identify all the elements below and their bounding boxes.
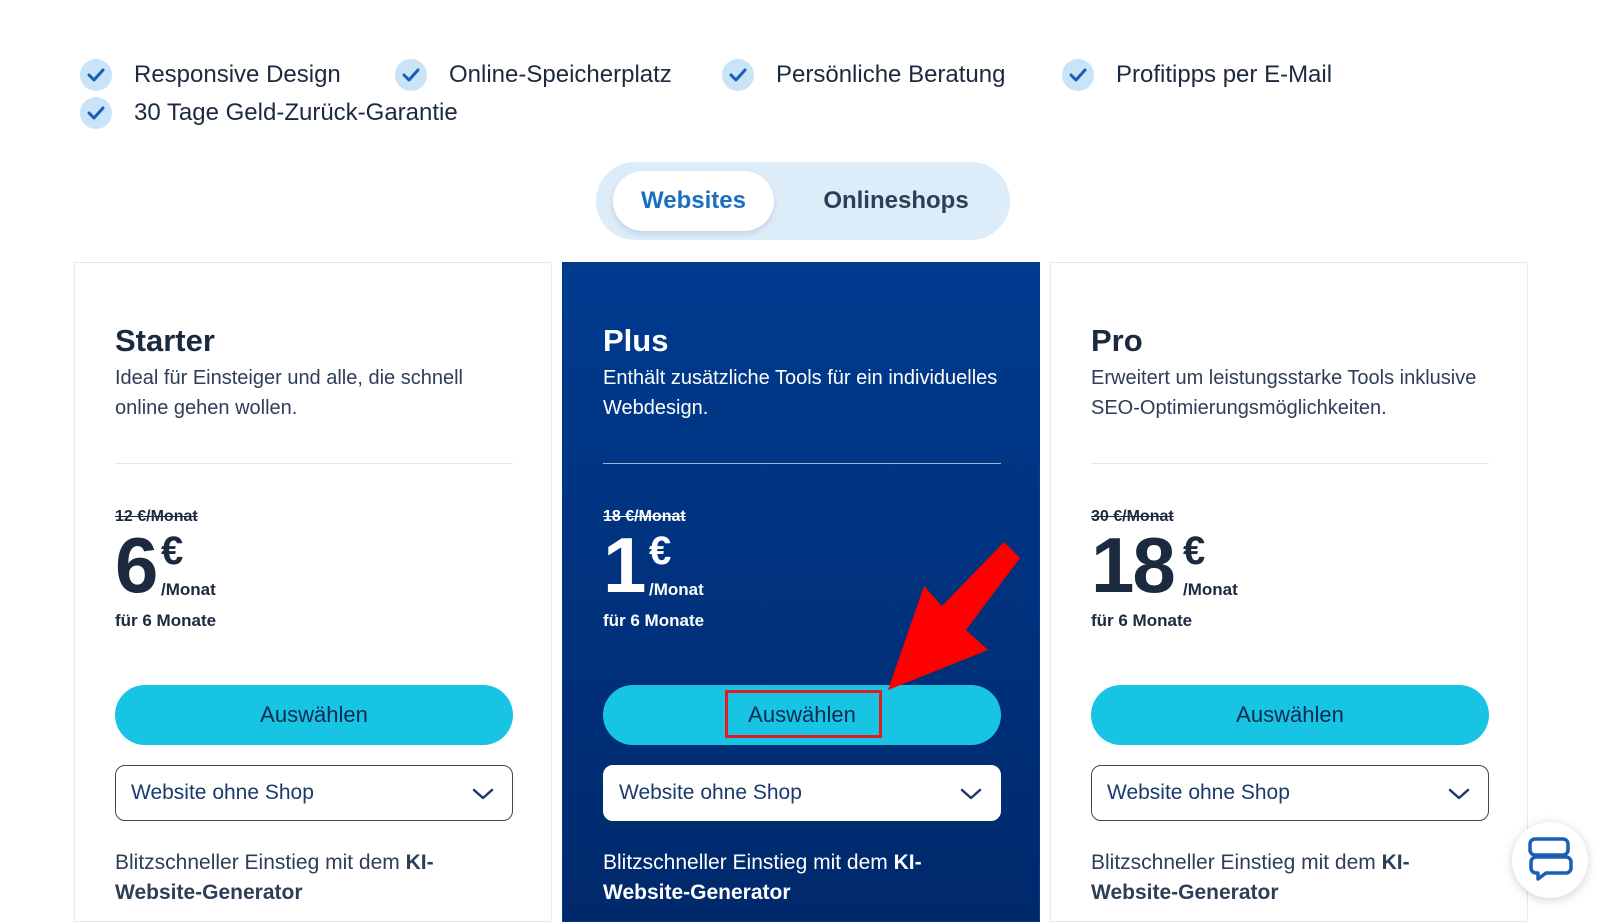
select-button[interactable]: Auswählen [1091, 685, 1489, 745]
chevron-down-icon [1448, 783, 1470, 807]
feature-label: Persönliche Beratung [776, 61, 1006, 88]
feature-label: Responsive Design [134, 61, 341, 88]
plan-card-starter: Starter Ideal für Einsteiger und alle, d… [74, 262, 552, 922]
feature-item: Profitipps per E-Mail [1062, 58, 1332, 92]
annotation-highlight-box [725, 690, 882, 738]
price-unit: /Monat [649, 580, 704, 599]
price-currency: € [1183, 529, 1206, 573]
divider [1091, 463, 1489, 464]
feature-item: Responsive Design [80, 58, 341, 92]
plan-name: Plus [603, 323, 669, 358]
package-select-value: Website ohne Shop [1107, 781, 1290, 804]
package-select[interactable]: Website ohne Shop [1091, 765, 1489, 821]
check-icon [1062, 59, 1094, 91]
feature-label: Online-Speicherplatz [449, 61, 672, 88]
feature-item: Persönliche Beratung [722, 58, 1005, 92]
price-duration: für 6 Monate [1091, 611, 1193, 630]
price-unit: /Monat [161, 580, 216, 599]
plan-name: Starter [115, 323, 215, 358]
divider [603, 463, 1001, 464]
tab-onlineshops[interactable]: Onlineshops [796, 171, 996, 231]
plan-description: Enthält zusätzliche Tools für ein indivi… [603, 367, 998, 419]
chevron-down-icon [960, 783, 982, 807]
promo-text: Blitzschneller Einstieg mit dem [603, 851, 894, 874]
plan-card-pro: Pro Erweitert um leistungsstarke Tools i… [1050, 262, 1528, 922]
package-select-value: Website ohne Shop [131, 781, 314, 804]
check-icon [722, 59, 754, 91]
select-button[interactable]: Auswählen [115, 685, 513, 745]
price-duration: für 6 Monate [603, 611, 705, 630]
promo-text: Blitzschneller Einstieg mit dem [1091, 851, 1382, 874]
red-arrow-icon [888, 542, 1020, 690]
check-icon [395, 59, 427, 91]
plan-promo: Blitzschneller Einstieg mit dem KI-Websi… [1091, 848, 1489, 908]
product-tabs: Websites Onlineshops [596, 162, 1010, 240]
price-currency: € [649, 529, 672, 573]
price-amount: 18 [1091, 521, 1176, 609]
plan-description: Erweitert um leistungsstarke Tools inklu… [1091, 367, 1477, 419]
feature-label: Profitipps per E-Mail [1116, 61, 1333, 88]
divider [115, 463, 513, 464]
price-amount: 1 [603, 521, 646, 609]
chat-button[interactable] [1512, 822, 1588, 898]
promo-text: Blitzschneller Einstieg mit dem [115, 851, 406, 874]
tab-websites[interactable]: Websites [613, 171, 774, 231]
chevron-down-icon [472, 783, 494, 807]
plan-name: Pro [1091, 323, 1143, 358]
package-select[interactable]: Website ohne Shop [115, 765, 513, 821]
price-duration: für 6 Monate [115, 611, 217, 630]
plan-promo: Blitzschneller Einstieg mit dem KI-Websi… [603, 848, 1001, 908]
package-select[interactable]: Website ohne Shop [603, 765, 1001, 821]
price-unit: /Monat [1183, 580, 1238, 599]
price-currency: € [161, 529, 184, 573]
plan-promo: Blitzschneller Einstieg mit dem KI-Websi… [115, 848, 513, 908]
feature-item: Online-Speicherplatz [395, 58, 672, 92]
package-select-value: Website ohne Shop [619, 781, 802, 804]
plan-description: Ideal für Einsteiger und alle, die schne… [115, 367, 463, 419]
check-icon [80, 97, 112, 129]
feature-label: 30 Tage Geld-Zurück-Garantie [134, 99, 458, 126]
price-amount: 6 [115, 521, 158, 609]
feature-item: 30 Tage Geld-Zurück-Garantie [80, 96, 458, 130]
check-icon [80, 59, 112, 91]
chat-bubbles-icon [1526, 835, 1574, 886]
